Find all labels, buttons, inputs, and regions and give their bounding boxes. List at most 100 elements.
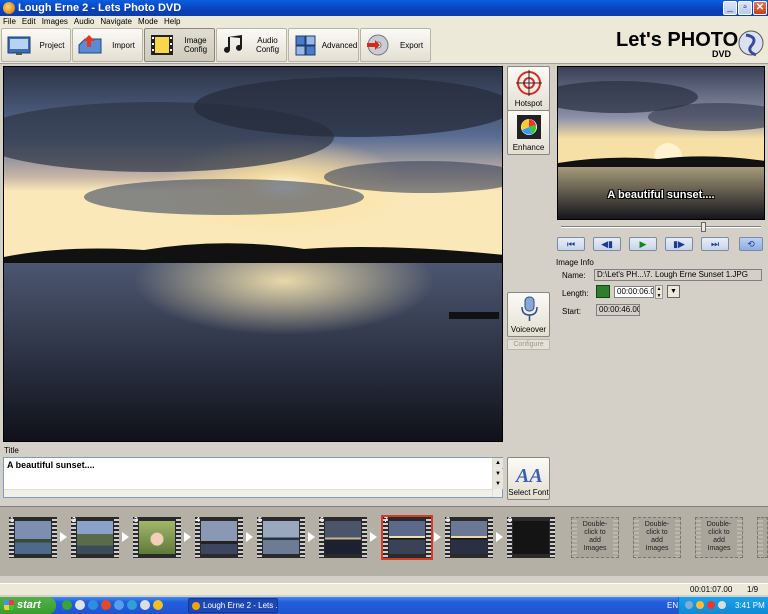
length-spinner[interactable]: ▲ ▼	[655, 285, 663, 299]
preview-scrubber[interactable]	[557, 222, 765, 232]
film-slot[interactable]: 6	[319, 517, 367, 558]
sequence-arrow-icon	[496, 532, 503, 542]
first-frame-button[interactable]: ⏮	[557, 237, 585, 251]
quicklaunch-icon[interactable]	[114, 600, 124, 610]
quicklaunch-icon[interactable]	[153, 600, 163, 610]
total-duration: 00:01:07.00	[690, 585, 733, 594]
taskbar-window-button[interactable]: Lough Erne 2 - Lets ...	[188, 598, 278, 613]
tray-icon[interactable]	[685, 601, 693, 609]
title-text: A beautiful sunset....	[7, 460, 95, 470]
scroll-down-icon[interactable]: ▼	[493, 469, 503, 479]
film-slot[interactable]: 1	[9, 517, 57, 558]
advanced-button[interactable]: Advanced	[288, 28, 359, 62]
quicklaunch-icon[interactable]	[140, 600, 150, 610]
scroll-down-end-icon[interactable]: ▼	[493, 479, 503, 489]
menu-help[interactable]: Help	[161, 16, 183, 27]
next-frame-button[interactable]: ▮▶	[665, 237, 693, 251]
export-button[interactable]: Export	[360, 28, 431, 62]
sunset-photo	[4, 67, 502, 441]
tray-icon[interactable]	[696, 601, 704, 609]
loop-button[interactable]: ⟲	[739, 237, 763, 251]
image-info-heading: Image Info	[556, 258, 594, 267]
empty-film-slot[interactable]: Double-click to add Images	[633, 517, 681, 558]
configure-button[interactable]: Configure	[507, 339, 550, 350]
length-field[interactable]: 00:00:06.00	[614, 286, 654, 298]
image-info-panel: Image Info Name: D:\Let's PH...\7. Lough…	[556, 257, 766, 507]
length-icon[interactable]	[596, 285, 610, 298]
main-image-view[interactable]	[3, 66, 503, 442]
menu-navigate[interactable]: Navigate	[97, 16, 135, 27]
empty-film-slot[interactable]: Double-click to add Images	[695, 517, 743, 558]
title-label: Title	[4, 446, 19, 455]
film-slot[interactable]: 2	[71, 517, 119, 558]
previous-frame-button[interactable]: ◀▮	[593, 237, 621, 251]
project-icon	[7, 36, 31, 55]
image-config-button[interactable]: Image Config	[144, 28, 215, 62]
puzzle-icon	[295, 35, 316, 56]
menu-file[interactable]: File	[0, 16, 19, 27]
close-button[interactable]: ✕	[753, 1, 767, 15]
import-button[interactable]: Import	[72, 28, 143, 62]
windows-flag-icon	[4, 600, 14, 610]
browser-icon[interactable]	[88, 600, 98, 610]
minimize-button[interactable]: _	[723, 1, 737, 15]
scrubber-track	[561, 226, 761, 228]
music-note-icon	[224, 35, 242, 53]
voiceover-button[interactable]: Voiceover	[507, 292, 550, 337]
enhance-button[interactable]: Enhance	[507, 110, 550, 155]
film-slot[interactable]: 5	[257, 517, 305, 558]
menu-mode[interactable]: Mode	[135, 16, 161, 27]
maximize-button[interactable]: ▫	[738, 1, 752, 15]
logo-disc-icon	[738, 30, 764, 57]
menu-edit[interactable]: Edit	[19, 16, 39, 27]
sequence-arrow-icon	[308, 532, 315, 542]
start-field: 00:00:46.00	[596, 304, 640, 316]
image-count: 1/9	[747, 585, 759, 594]
quicklaunch-icon[interactable]	[101, 600, 111, 610]
tray-icon[interactable]	[707, 601, 715, 609]
film-slot[interactable]: 4	[195, 517, 243, 558]
film-slot[interactable]: 8	[445, 517, 493, 558]
film-strip[interactable]: 1 2 3 4 5 6 7 8 9 Double-click to add Im…	[0, 506, 768, 576]
clock: 3:41 PM	[735, 601, 765, 610]
menu-audio[interactable]: Audio	[71, 16, 97, 27]
menu-bar: File Edit Images Audio Navigate Mode Help	[0, 16, 768, 27]
preview-caption: A beautiful sunset....	[607, 189, 715, 201]
system-tray: EN 3:41 PM	[667, 597, 768, 614]
volume-icon[interactable]	[718, 601, 726, 609]
transport-controls: ⏮ ◀▮ ▶ ▮▶ ⏭ ⟲	[557, 237, 765, 251]
scrubber-thumb[interactable]	[701, 222, 707, 232]
start-label: Start:	[562, 307, 582, 316]
language-indicator[interactable]: EN	[667, 601, 678, 610]
film-slot[interactable]: 9	[507, 517, 555, 558]
start-button[interactable]: start	[0, 597, 56, 614]
empty-film-slot[interactable]	[757, 517, 768, 558]
svg-text:AA: AA	[515, 465, 543, 487]
film-slot[interactable]: 3	[133, 517, 181, 558]
crosshair-icon	[516, 70, 542, 96]
windows-taskbar: start Lough Erne 2 - Lets ... EN 3:41 PM	[0, 597, 768, 614]
hotspot-button[interactable]: Hotspot	[507, 66, 550, 111]
length-dropdown[interactable]: ▼	[667, 285, 680, 298]
title-vertical-scrollbar[interactable]: ▲ ▼ ▼	[492, 458, 503, 497]
film-slot-selected[interactable]: 7	[381, 515, 433, 560]
import-icon	[78, 35, 102, 54]
scroll-up-icon[interactable]: ▲	[493, 458, 503, 468]
audio-config-button[interactable]: Audio Config	[216, 28, 287, 62]
sequence-arrow-icon	[246, 532, 253, 542]
window-title: Lough Erne 2 - Lets Photo DVD	[18, 2, 182, 14]
quicklaunch-icon[interactable]	[62, 600, 72, 610]
project-button[interactable]: Project	[1, 28, 71, 62]
empty-film-slot[interactable]: Double-click to add Images	[571, 517, 619, 558]
app-icon	[3, 2, 15, 14]
length-label: Length:	[562, 289, 589, 298]
play-button[interactable]: ▶	[629, 237, 657, 251]
last-frame-button[interactable]: ⏭	[701, 237, 729, 251]
title-textarea[interactable]: A beautiful sunset.... ▲ ▼ ▼	[3, 457, 503, 498]
title-horizontal-scrollbar[interactable]	[4, 489, 492, 497]
select-font-button[interactable]: AA Select Font	[507, 457, 550, 500]
menu-images[interactable]: Images	[39, 16, 71, 27]
quicklaunch-icon[interactable]	[75, 600, 85, 610]
title-bar: Lough Erne 2 - Lets Photo DVD _ ▫ ✕	[0, 0, 768, 16]
quicklaunch-icon[interactable]	[127, 600, 137, 610]
